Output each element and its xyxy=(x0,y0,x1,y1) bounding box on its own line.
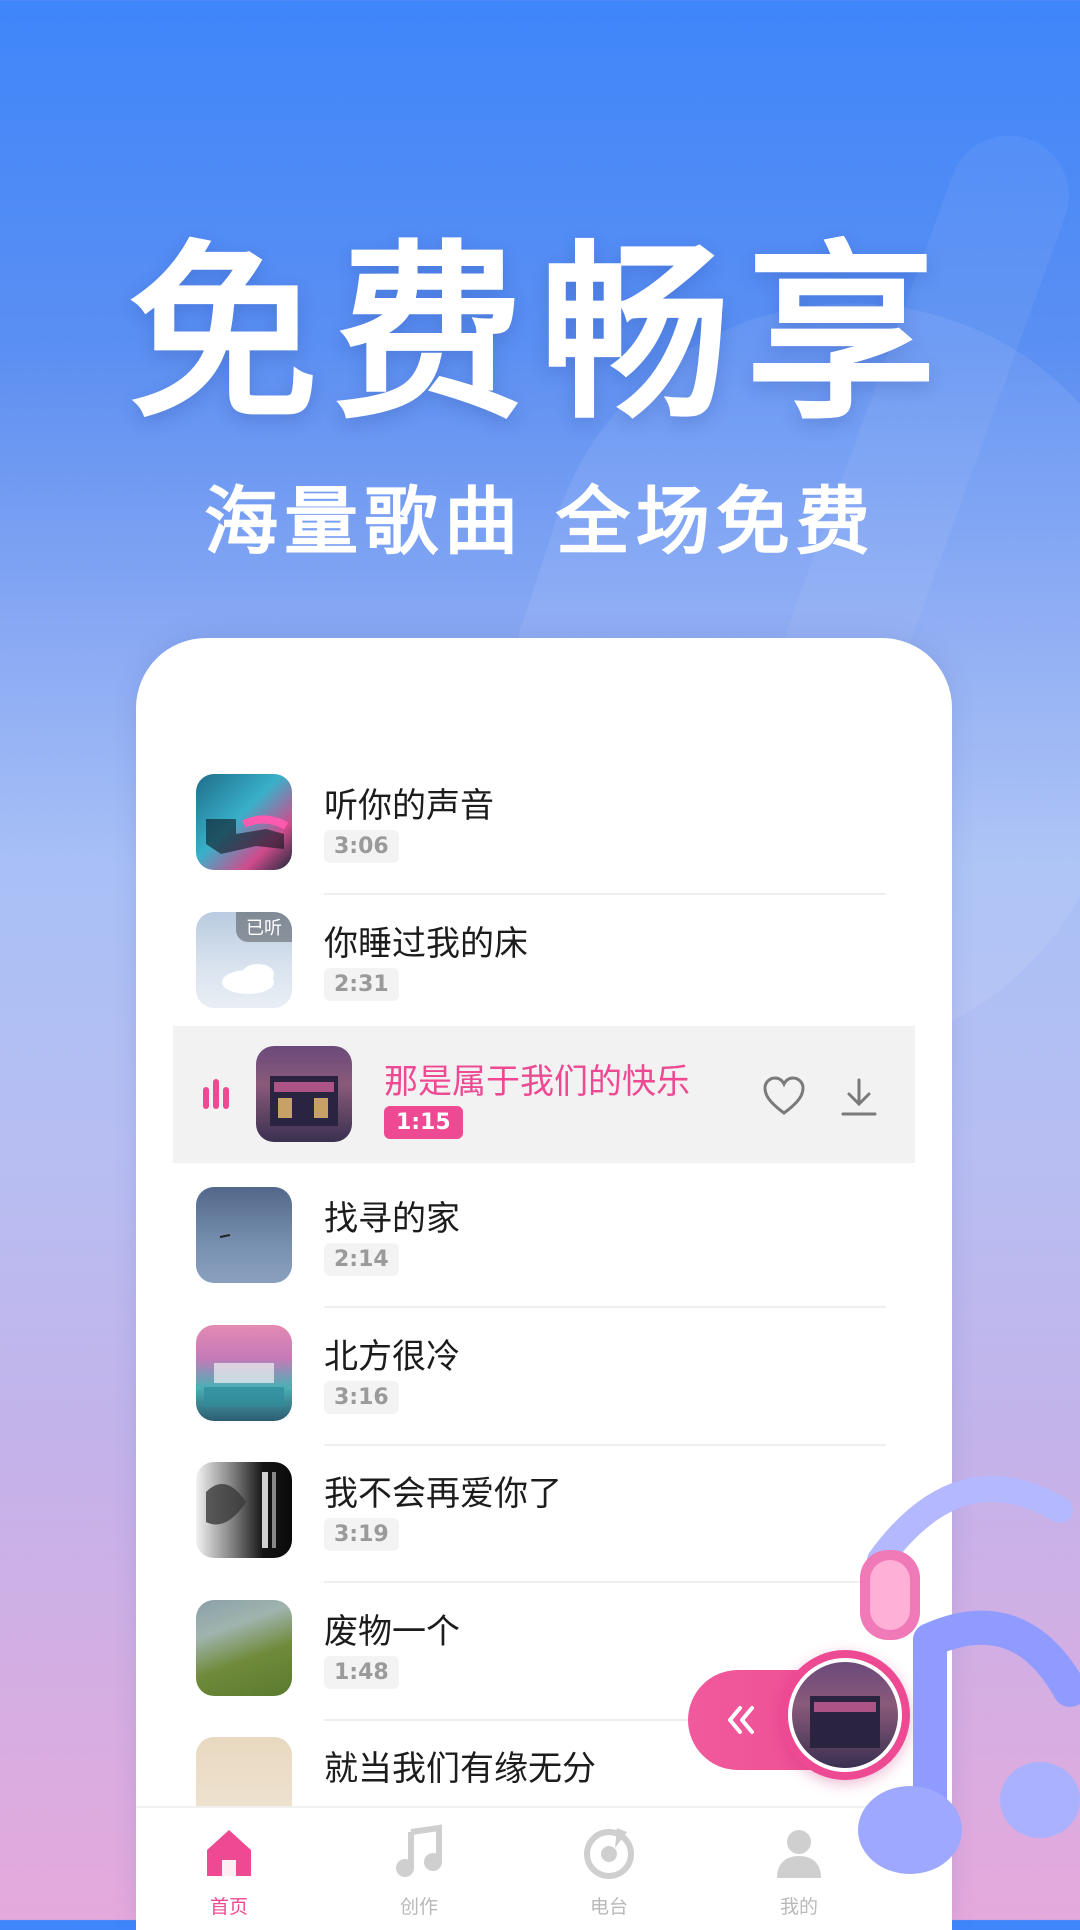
album-cover xyxy=(256,1046,352,1142)
song-title: 找寻的家 xyxy=(324,1199,460,1239)
tab-label: 我的 xyxy=(779,1896,818,1918)
tab-label: 电台 xyxy=(589,1896,628,1918)
playing-bars-icon xyxy=(203,1079,233,1109)
song-row[interactable]: 听你的声音 3:06 xyxy=(196,774,886,911)
radio-icon xyxy=(584,1828,634,1879)
download-icon[interactable] xyxy=(839,1076,879,1118)
album-cover xyxy=(196,1187,292,1283)
user-icon xyxy=(777,1830,821,1878)
song-duration: 3:06 xyxy=(324,830,399,863)
tab-create[interactable]: 创作 xyxy=(359,1822,479,1919)
album-cover: 已听 xyxy=(196,912,292,1008)
music-note-icon xyxy=(396,1824,442,1877)
home-icon xyxy=(207,1830,251,1876)
album-cover xyxy=(196,1737,292,1806)
headphone-note-decoration xyxy=(858,1475,1080,1874)
song-title: 你睡过我的床 xyxy=(324,924,528,964)
tab-label: 创作 xyxy=(399,1896,438,1918)
hero-headline: 免费畅享 xyxy=(127,224,952,445)
tab-radio[interactable]: 电台 xyxy=(549,1822,669,1919)
song-title: 就当我们有缘无分 xyxy=(324,1749,596,1789)
song-duration: 3:16 xyxy=(324,1381,399,1414)
song-duration: 2:31 xyxy=(324,968,399,1001)
row-divider xyxy=(324,1581,886,1583)
album-cover xyxy=(196,1325,292,1421)
album-cover xyxy=(196,1462,292,1558)
song-title: 听你的声音 xyxy=(324,786,494,826)
song-row[interactable]: 北方很冷 3:16 xyxy=(196,1325,886,1462)
album-cover xyxy=(196,774,292,870)
song-duration: 3:19 xyxy=(324,1518,399,1551)
song-duration: 2:14 xyxy=(324,1243,399,1276)
song-row[interactable]: 我不会再爱你了 3:19 xyxy=(196,1462,886,1599)
row-divider xyxy=(324,1306,886,1308)
row-divider xyxy=(324,1444,886,1446)
now-playing-row[interactable]: 那是属于我们的快乐 1:15 xyxy=(173,1026,915,1163)
song-title: 那是属于我们的快乐 xyxy=(384,1062,690,1102)
collapse-arrow-icon[interactable] xyxy=(720,1700,760,1740)
song-title: 废物一个 xyxy=(324,1612,460,1652)
tab-label: 首页 xyxy=(209,1896,248,1918)
heart-icon[interactable] xyxy=(763,1076,805,1116)
song-title: 我不会再爱你了 xyxy=(324,1474,562,1514)
song-title: 北方很冷 xyxy=(324,1337,460,1377)
listened-badge: 已听 xyxy=(236,912,292,942)
song-duration: 1:48 xyxy=(324,1656,399,1689)
tab-home[interactable]: 首页 xyxy=(169,1822,289,1919)
row-divider xyxy=(324,893,886,895)
hero-subline: 海量歌曲 全场免费 xyxy=(204,479,876,565)
tab-profile[interactable]: 我的 xyxy=(739,1822,859,1919)
song-row[interactable]: 找寻的家 2:14 xyxy=(196,1187,886,1324)
song-duration: 1:15 xyxy=(384,1106,463,1139)
album-cover xyxy=(196,1600,292,1696)
bottom-tab-bar: 首页 创作 电台 我的 xyxy=(136,1806,952,1930)
